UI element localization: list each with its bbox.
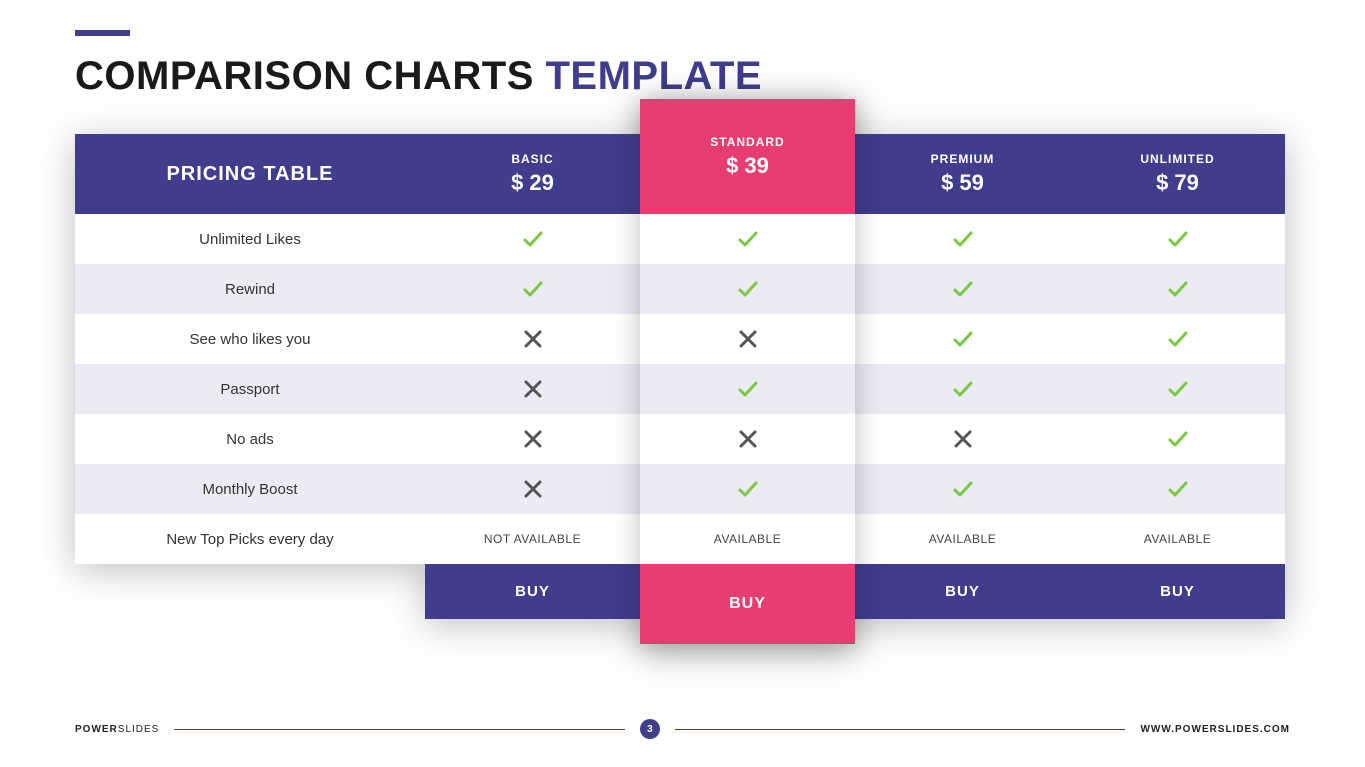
check-icon	[951, 277, 975, 301]
brand-light: SLIDES	[118, 724, 160, 735]
plan-name: UNLIMITED	[1140, 152, 1214, 166]
title-part-1: COMPARISON CHARTS	[75, 54, 534, 98]
feature-label: No ads	[75, 414, 425, 464]
availability-text: NOT AVAILABLE	[484, 532, 581, 546]
feature-cell: AVAILABLE	[855, 514, 1070, 564]
feature-cell	[425, 464, 640, 514]
buy-row-spacer	[75, 564, 425, 614]
table-heading: PRICING TABLE	[75, 134, 425, 214]
feature-cell	[640, 364, 855, 414]
feature-cell	[640, 464, 855, 514]
availability-text: AVAILABLE	[714, 532, 781, 546]
plan-header-standard: STANDARD $ 39	[640, 134, 855, 214]
feature-cell: AVAILABLE	[640, 514, 855, 564]
brand-bold: POWER	[75, 724, 118, 735]
feature-cell	[640, 264, 855, 314]
feature-label: Rewind	[75, 264, 425, 314]
plan-name: STANDARD	[710, 152, 784, 166]
feature-cell	[1070, 414, 1285, 464]
check-icon	[1166, 377, 1190, 401]
cross-icon	[521, 377, 545, 401]
feature-cell	[1070, 314, 1285, 364]
check-icon	[951, 327, 975, 351]
check-icon	[736, 477, 760, 501]
cross-icon	[736, 327, 760, 351]
feature-cell	[855, 314, 1070, 364]
check-icon	[1166, 477, 1190, 501]
feature-cell	[1070, 464, 1285, 514]
title-part-2: TEMPLATE	[546, 54, 763, 98]
buy-button-premium[interactable]: BUY	[855, 564, 1070, 619]
slide-footer: POWERSLIDES 3 WWW.POWERSLIDES.COM	[75, 719, 1290, 739]
availability-text: AVAILABLE	[1144, 532, 1211, 546]
check-icon	[1166, 277, 1190, 301]
buy-button-basic[interactable]: BUY	[425, 564, 640, 619]
feature-label: Unlimited Likes	[75, 214, 425, 264]
feature-cell	[855, 364, 1070, 414]
feature-cell	[855, 264, 1070, 314]
plan-name: BASIC	[511, 152, 553, 166]
feature-label: New Top Picks every day	[75, 514, 425, 564]
check-icon	[736, 377, 760, 401]
plan-price: $ 39	[726, 170, 769, 196]
cross-icon	[736, 427, 760, 451]
check-icon	[521, 227, 545, 251]
feature-label: Monthly Boost	[75, 464, 425, 514]
plan-name: PREMIUM	[931, 152, 995, 166]
check-icon	[1166, 327, 1190, 351]
pricing-table: PRICING TABLE BASIC $ 29 STANDARD $ 39 PREMIU…	[75, 134, 1290, 619]
feature-cell	[425, 314, 640, 364]
feature-cell	[855, 214, 1070, 264]
plan-price: $ 29	[511, 170, 554, 196]
check-icon	[736, 277, 760, 301]
feature-cell	[1070, 214, 1285, 264]
feature-cell	[640, 314, 855, 364]
feature-cell	[1070, 264, 1285, 314]
check-icon	[521, 277, 545, 301]
feature-label: Passport	[75, 364, 425, 414]
check-icon	[951, 227, 975, 251]
check-icon	[1166, 227, 1190, 251]
feature-cell	[855, 414, 1070, 464]
feature-cell	[1070, 364, 1285, 414]
cross-icon	[521, 477, 545, 501]
cross-icon	[521, 427, 545, 451]
feature-label: See who likes you	[75, 314, 425, 364]
page-number-badge: 3	[640, 719, 660, 739]
brand-left: POWERSLIDES	[75, 724, 159, 735]
feature-cell	[855, 464, 1070, 514]
feature-cell	[425, 364, 640, 414]
feature-cell: AVAILABLE	[1070, 514, 1285, 564]
footer-url: WWW.POWERSLIDES.COM	[1140, 724, 1290, 735]
plan-price: $ 59	[941, 170, 984, 196]
plan-header-premium: PREMIUM $ 59	[855, 134, 1070, 214]
feature-cell	[425, 414, 640, 464]
check-icon	[1166, 427, 1190, 451]
plan-price: $ 79	[1156, 170, 1199, 196]
feature-cell	[640, 214, 855, 264]
feature-cell: NOT AVAILABLE	[425, 514, 640, 564]
feature-cell	[425, 214, 640, 264]
cross-icon	[521, 327, 545, 351]
check-icon	[736, 227, 760, 251]
footer-line-left	[174, 729, 625, 730]
buy-button-unlimited[interactable]: BUY	[1070, 564, 1285, 619]
check-icon	[951, 477, 975, 501]
buy-button-standard[interactable]: BUY	[640, 564, 855, 619]
plan-header-basic: BASIC $ 29	[425, 134, 640, 214]
check-icon	[951, 377, 975, 401]
cross-icon	[951, 427, 975, 451]
footer-line-right	[675, 729, 1126, 730]
plan-header-unlimited: UNLIMITED $ 79	[1070, 134, 1285, 214]
feature-cell	[425, 264, 640, 314]
feature-cell	[640, 414, 855, 464]
availability-text: AVAILABLE	[929, 532, 996, 546]
page-title: COMPARISON CHARTS TEMPLATE	[75, 54, 1290, 99]
accent-bar	[75, 30, 130, 36]
